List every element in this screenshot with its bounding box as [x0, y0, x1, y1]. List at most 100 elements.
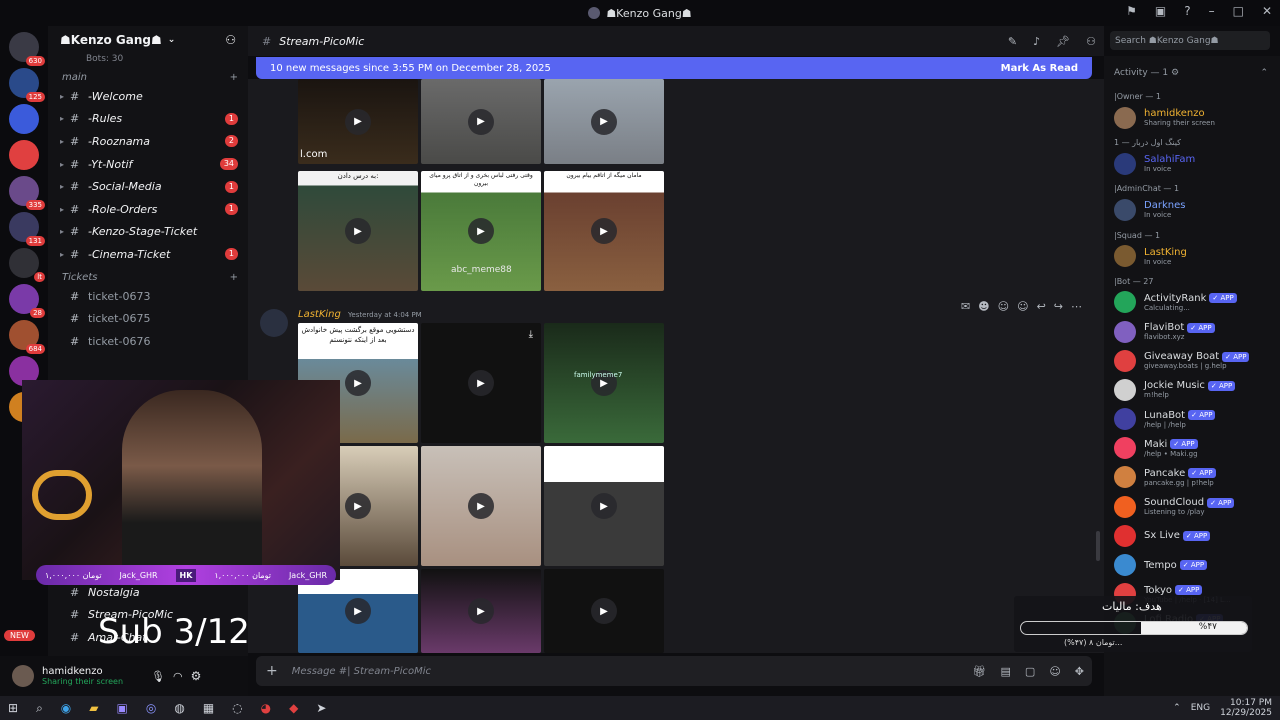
message-input[interactable]: Message #| Stream-PicoMic: [292, 666, 431, 677]
media-thumbnail[interactable]: مامان میگه از اتاقم بیام بیرون ▶: [544, 171, 664, 291]
mark-as-read-button[interactable]: Mark As Read: [1001, 63, 1078, 74]
member-item[interactable]: SoundCloud ✓ APP Listening to /play: [1104, 492, 1280, 521]
avatar[interactable]: [12, 665, 34, 687]
store-icon[interactable]: ▦: [203, 701, 214, 715]
start-icon[interactable]: ⊞: [8, 701, 18, 715]
mic-icon[interactable]: 🎙︎: [151, 670, 165, 683]
play-icon[interactable]: ▶: [591, 493, 617, 519]
server-icon[interactable]: 630: [9, 32, 45, 66]
play-icon[interactable]: ▶: [591, 598, 617, 624]
member-item[interactable]: hamidkenzo Sharing their screen: [1104, 103, 1280, 132]
close-icon[interactable]: ✕: [1262, 4, 1272, 18]
media-thumbnail[interactable]: به درس دادن: ▶: [298, 171, 418, 291]
settings-gear-icon[interactable]: ⚙: [1171, 68, 1179, 78]
clock[interactable]: 10:17 PM 12/29/2025: [1220, 698, 1272, 718]
member-item[interactable]: Jockie Music ✓ APP m!help: [1104, 375, 1280, 404]
activity-header[interactable]: Activity — 1 ⚙ ⌃: [1104, 56, 1280, 78]
settings-gear-icon[interactable]: ⚙: [191, 669, 202, 683]
media-thumbnail[interactable]: ▶: [544, 446, 664, 566]
reaction-icon[interactable]: ☺: [998, 300, 1009, 313]
media-thumbnail[interactable]: وقتی رفتی لباس بخری و از اتاق پرو میای ب…: [421, 171, 541, 291]
pin-icon[interactable]: 📌︎: [1056, 35, 1070, 48]
channel-item[interactable]: ▸ # -Cinema-Ticket 1: [48, 243, 248, 266]
play-icon[interactable]: ▶: [468, 370, 494, 396]
media-thumbnail[interactable]: ▶: [421, 569, 541, 653]
play-icon[interactable]: ▶: [345, 598, 371, 624]
server-header[interactable]: ☗Kenzo Gang☗ ⌄ ⚇: [48, 26, 248, 54]
member-item[interactable]: Tempo ✓ APP: [1104, 550, 1280, 579]
folder-icon[interactable]: ▰: [89, 701, 98, 715]
member-item[interactable]: ActivityRank ✓ APP Calculating...: [1104, 288, 1280, 317]
add-channel-icon[interactable]: +: [230, 72, 238, 83]
message-author[interactable]: LastKing: [298, 309, 341, 320]
member-item[interactable]: Giveaway Boat ✓ APP giveaway.boats | g.hel…: [1104, 346, 1280, 375]
search-input[interactable]: Search ☗Kenzo Gang☗: [1110, 31, 1270, 50]
tray-chevron-icon[interactable]: ⌃: [1173, 703, 1181, 713]
apps-icon[interactable]: ✥: [1075, 665, 1084, 678]
member-item[interactable]: SalahiFam In voice: [1104, 149, 1280, 178]
play-icon[interactable]: ▶: [468, 598, 494, 624]
edge-icon[interactable]: ◉: [61, 701, 71, 715]
channel-item[interactable]: ▸ # -Social-Media 1: [48, 175, 248, 198]
member-item[interactable]: LastKing In voice: [1104, 242, 1280, 271]
mute-icon[interactable]: ♪: [1033, 35, 1040, 48]
play-icon[interactable]: ▶: [468, 218, 494, 244]
message-composer[interactable]: + Message #| Stream-PicoMic 🎁︎ ▤ ▢ ☺ ✥: [256, 656, 1092, 686]
server-icon[interactable]: [9, 104, 39, 134]
server-icon[interactable]: 125: [9, 68, 45, 102]
media-thumbnail[interactable]: ▶: [544, 79, 664, 164]
premiere-icon[interactable]: ▣: [117, 701, 128, 715]
member-item[interactable]: Pancake ✓ APP pancake.gg | p!help: [1104, 463, 1280, 492]
channel-item[interactable]: ▸ # -Yt-Notif 34: [48, 153, 248, 176]
new-messages-banner[interactable]: 10 new messages since 3:55 PM on Decembe…: [256, 57, 1092, 79]
channel-item[interactable]: ▸ # -Rules 1: [48, 108, 248, 131]
chat-scrollbar[interactable]: [1096, 531, 1100, 561]
add-member-icon[interactable]: ⚇: [225, 33, 236, 47]
headphones-icon[interactable]: ◠: [173, 670, 183, 683]
media-thumbnail[interactable]: ▶ familymeme7: [544, 323, 664, 443]
ticket-channel[interactable]: # ticket-0675: [48, 307, 248, 330]
screen-icon[interactable]: ▣: [1155, 4, 1166, 18]
ticket-channel[interactable]: # ticket-0673: [48, 285, 248, 308]
maximize-icon[interactable]: □: [1233, 4, 1244, 18]
add-reaction-icon[interactable]: ☺: [1017, 300, 1028, 313]
play-icon[interactable]: ▶: [591, 218, 617, 244]
reaction-icon[interactable]: ☻: [978, 300, 989, 313]
member-item[interactable]: LunaBot ✓ APP/help | /help: [1104, 405, 1280, 434]
lang-indicator[interactable]: ENG: [1191, 703, 1210, 713]
media-thumbnail[interactable]: ▶ l.com: [298, 79, 418, 164]
channel-item[interactable]: ▸ # -Welcome: [48, 85, 248, 108]
play-icon[interactable]: ▶: [345, 493, 371, 519]
add-attachment-icon[interactable]: +: [266, 663, 278, 679]
app-icon[interactable]: ◆: [289, 701, 298, 715]
gift-icon[interactable]: 🎁︎: [973, 665, 987, 678]
inbox-icon[interactable]: ⚑: [1126, 4, 1137, 18]
discord-icon[interactable]: ◎: [146, 701, 156, 715]
server-icon[interactable]: 684: [9, 320, 45, 354]
media-thumbnail[interactable]: ▶: [544, 569, 664, 653]
chrome-icon[interactable]: ◕: [261, 701, 271, 715]
download-icon[interactable]: ⤓: [529, 329, 533, 340]
member-item[interactable]: FlaviBot ✓ APP flavibot.xyz: [1104, 317, 1280, 346]
server-icon[interactable]: 131: [9, 212, 45, 246]
help-icon[interactable]: ?: [1184, 4, 1190, 18]
category-main[interactable]: main +: [48, 66, 248, 85]
steam-icon[interactable]: ◍: [174, 701, 184, 715]
threads-icon[interactable]: ✎: [1008, 35, 1017, 48]
reaction-icon[interactable]: ✉: [961, 300, 970, 313]
more-icon[interactable]: ⋯: [1071, 300, 1082, 313]
member-item[interactable]: Maki ✓ APP/help • Maki.gg: [1104, 434, 1280, 463]
settings-icon[interactable]: ◌: [232, 701, 242, 715]
search-icon[interactable]: ⌕: [36, 701, 43, 716]
play-icon[interactable]: ▶: [345, 108, 371, 135]
member-item[interactable]: Sx Live ✓ APP: [1104, 521, 1280, 550]
ticket-channel[interactable]: # ticket-0676: [48, 330, 248, 353]
play-icon[interactable]: ▶: [591, 108, 617, 135]
play-icon[interactable]: ▶: [468, 493, 494, 519]
media-thumbnail[interactable]: ▶: [421, 446, 541, 566]
cursor-app-icon[interactable]: ➤: [316, 701, 326, 715]
message-avatar[interactable]: [260, 309, 288, 337]
play-icon[interactable]: ▶: [345, 370, 371, 396]
server-icon[interactable]: 335: [9, 176, 45, 210]
gif-icon[interactable]: ▤: [1001, 665, 1011, 678]
